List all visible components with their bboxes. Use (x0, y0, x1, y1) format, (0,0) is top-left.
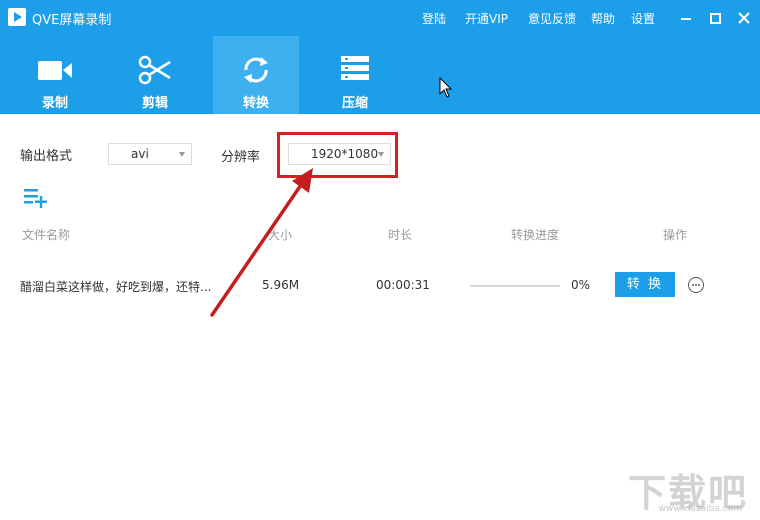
video-camera-icon (38, 61, 72, 80)
minimize-button[interactable] (676, 8, 696, 28)
file-duration-cell: 00:00:31 (376, 278, 430, 292)
mouse-cursor-icon (439, 77, 453, 98)
minimize-icon (681, 18, 691, 20)
close-button[interactable] (734, 8, 754, 28)
compress-icon (341, 56, 369, 80)
more-options-button[interactable] (688, 277, 704, 293)
feedback-link[interactable]: 意见反馈 (528, 10, 576, 27)
tab-compress-label: 压缩 (341, 96, 368, 111)
app-logo-icon (8, 8, 26, 26)
resolution-label: 分辨率 (221, 150, 261, 165)
convert-progress-bar (470, 285, 560, 287)
tab-compress[interactable]: 压缩 (312, 36, 398, 114)
more-dot (692, 284, 694, 286)
app-title: QVE屏幕录制 (32, 13, 112, 28)
watermark-url: www.xiazaiba.com (658, 504, 742, 514)
column-header-action: 操作 (663, 228, 688, 242)
annotation-highlight-box (277, 132, 398, 178)
help-link[interactable]: 帮助 (591, 10, 615, 27)
progress-percent-text: 0% (571, 278, 591, 292)
output-format-value: avi (131, 147, 149, 161)
tab-convert-label: 转换 (242, 96, 269, 111)
output-format-label: 输出格式 (20, 149, 73, 164)
close-icon (738, 12, 750, 24)
column-header-progress: 转换进度 (511, 228, 560, 242)
tab-edit-label: 剪辑 (141, 96, 168, 111)
more-dot (698, 284, 700, 286)
tab-convert[interactable]: 转换 (213, 36, 299, 114)
vip-link[interactable]: 开通VIP (465, 10, 508, 27)
tab-record[interactable]: 录制 (12, 36, 98, 114)
maximize-icon (710, 13, 721, 24)
add-list-icon[interactable] (24, 188, 50, 208)
maximize-button[interactable] (705, 8, 725, 28)
file-name-cell: 醋溜白菜这样做，好吃到爆，还特... (20, 280, 212, 294)
login-link[interactable]: 登陆 (422, 10, 446, 27)
column-header-size: 大小 (268, 228, 293, 242)
convert-button[interactable]: 转 换 (615, 272, 675, 297)
app-window: QVE屏幕录制 登陆 开通VIP 意见反馈 帮助 设置 录制 剪辑 转换 压缩 … (0, 0, 760, 520)
tab-record-label: 录制 (41, 96, 68, 111)
title-bar: QVE屏幕录制 登陆 开通VIP 意见反馈 帮助 设置 (0, 0, 760, 36)
tab-edit[interactable]: 剪辑 (112, 36, 198, 114)
scissors-icon (138, 55, 171, 85)
chevron-down-icon (179, 152, 185, 157)
file-size-cell: 5.96M (262, 278, 300, 292)
output-format-select[interactable]: avi (108, 143, 192, 165)
column-header-duration: 时长 (388, 228, 413, 242)
more-dot (695, 284, 697, 286)
settings-link[interactable]: 设置 (631, 10, 655, 27)
header: QVE屏幕录制 登陆 开通VIP 意见反馈 帮助 设置 录制 剪辑 转换 压缩 (0, 0, 760, 114)
convert-refresh-icon (244, 57, 268, 83)
column-header-name: 文件名称 (22, 228, 71, 242)
